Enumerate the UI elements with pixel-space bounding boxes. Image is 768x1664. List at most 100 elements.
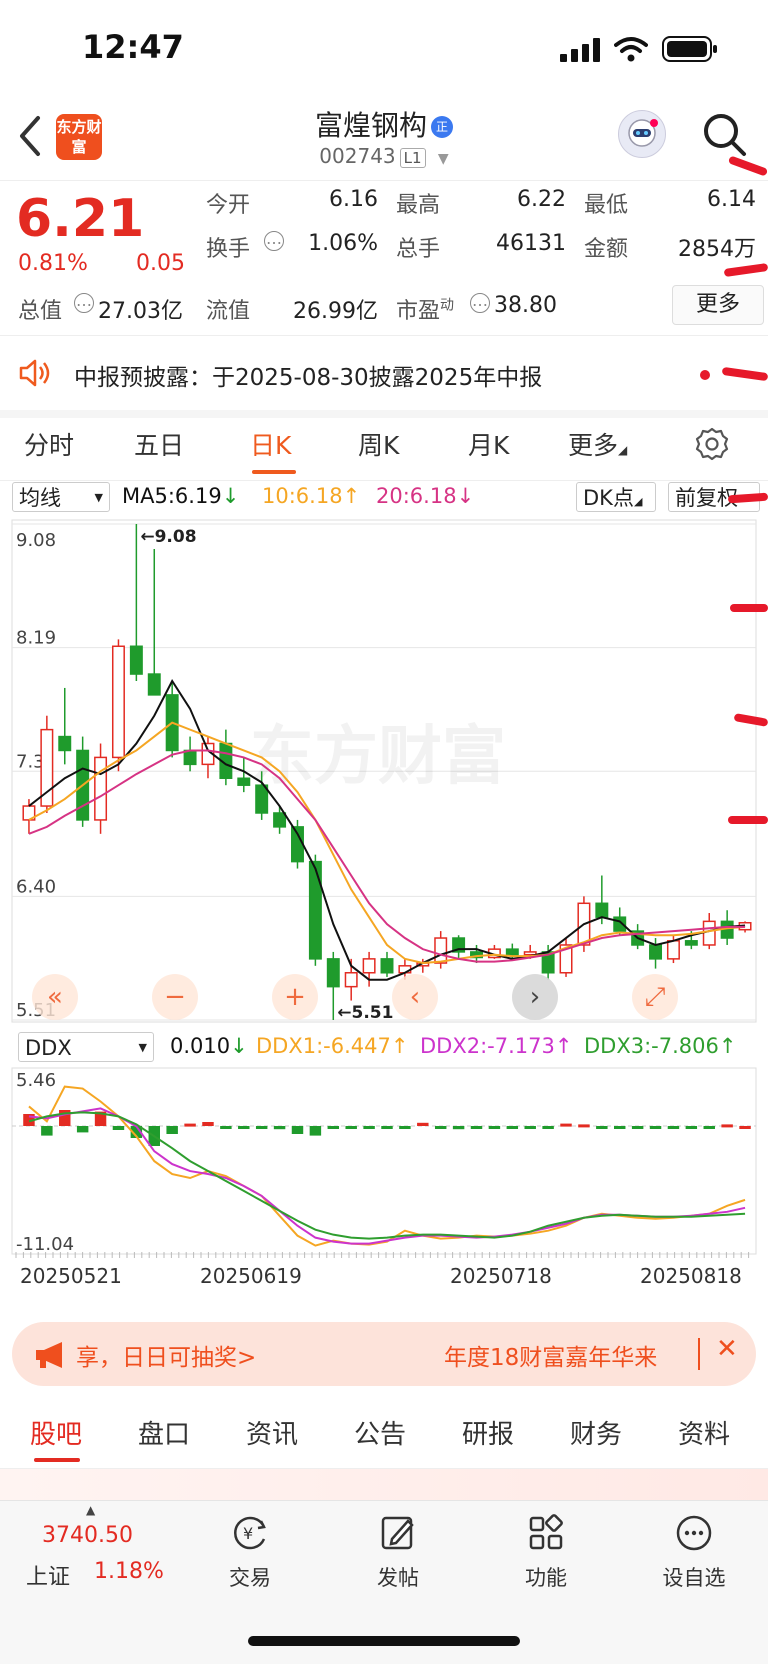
add-watchlist-button[interactable]: 设自选 — [644, 1513, 744, 1592]
ddx-indicator-select[interactable]: DDX ▼ — [18, 1032, 154, 1062]
ddx-bar — [667, 1126, 680, 1129]
candle — [94, 743, 108, 834]
close-icon[interactable]: ✕ — [716, 1334, 738, 1364]
date-tick: 20250718 — [450, 1264, 552, 1288]
candle — [147, 549, 161, 696]
ddx-bar — [112, 1126, 125, 1130]
dk-point-toggle[interactable]: DK点◢ — [576, 482, 656, 512]
fullscreen-expand-icon[interactable]: ⤢ — [632, 974, 678, 1020]
index-change[interactable]: 1.18% — [94, 1559, 164, 1584]
tab-announcements[interactable]: 公告 — [354, 1414, 406, 1451]
tab-profile[interactable]: 资料 — [678, 1414, 730, 1451]
tab-weekly-k[interactable]: 周K — [358, 426, 399, 462]
zoom-in-button[interactable]: + — [272, 974, 318, 1020]
info-icon[interactable]: … — [264, 231, 284, 251]
ddx-bar — [291, 1126, 304, 1134]
post-button[interactable]: 发帖 — [348, 1513, 448, 1592]
tab-finance[interactable]: 财务 — [570, 1414, 622, 1451]
candle — [362, 951, 376, 987]
tab-more[interactable]: 更多◢ — [568, 426, 627, 462]
ddx-bar — [76, 1126, 89, 1133]
scroll-left-button[interactable]: ‹ — [392, 974, 438, 1020]
indicator-select[interactable]: 均线 ▼ — [12, 482, 110, 512]
ddx-bar — [506, 1126, 519, 1129]
mktcap-value: 27.03亿 — [98, 299, 183, 324]
index-name[interactable]: 上证 — [26, 1559, 70, 1591]
scroll-right-button[interactable]: › — [512, 974, 558, 1020]
svg-text:¥: ¥ — [243, 1524, 253, 1543]
ddx-bar — [470, 1126, 483, 1129]
ma-legend-bar: 均线 ▼ MA5:6.19↓ 10:6.18↑ 20:6.18↓ DK点◢ 前复权 — [0, 480, 768, 516]
stock-code: 002743 — [319, 144, 396, 168]
ddx-bar — [703, 1126, 715, 1129]
ddx-bar — [560, 1123, 572, 1127]
tab-daily-k[interactable]: 日K — [250, 426, 291, 462]
y-tick-label: 5.46 — [16, 1070, 56, 1091]
tab-intraday[interactable]: 分时 — [24, 426, 74, 462]
verified-badge: 正 — [431, 116, 453, 138]
ma5-value: MA5:6.19↓ — [122, 484, 240, 508]
promo-banner[interactable]: 享，日日可抽奖> 年度18财富嘉年华来 ✕ — [12, 1322, 756, 1386]
stock-header: 东方财富 富煌钢构正 002743 L1 ▼ — [0, 100, 768, 181]
zoom-out-button[interactable]: − — [152, 974, 198, 1020]
pe-label: 市盈动 — [396, 297, 455, 324]
candle — [129, 524, 143, 681]
active-content-tab-indicator — [34, 1458, 80, 1462]
current-price: 6.21 — [16, 189, 145, 249]
tab-news[interactable]: 资讯 — [246, 1414, 298, 1451]
tab-monthly-k[interactable]: 月K — [468, 426, 509, 462]
info-icon[interactable]: … — [74, 293, 94, 313]
annotation-mark — [728, 816, 768, 824]
active-tab-indicator — [252, 470, 296, 474]
candle — [183, 736, 197, 772]
level-badge: L1 — [399, 148, 426, 168]
candle — [380, 951, 394, 977]
more-button[interactable]: 更多 — [672, 285, 764, 325]
assistant-avatar-icon[interactable] — [618, 110, 666, 158]
ddx-bar — [721, 1124, 733, 1128]
megaphone-icon — [36, 1342, 62, 1368]
promo-text-right: 年度18财富嘉年华来 — [444, 1345, 658, 1371]
ddx-frame — [11, 1067, 757, 1255]
tab-order-book[interactable]: 盘口 — [138, 1414, 190, 1451]
chevron-down-icon: ▼ — [437, 151, 449, 167]
function-button[interactable]: 功能 — [496, 1513, 596, 1592]
float-label: 流值 — [206, 299, 251, 324]
amount-label: 金额 — [584, 237, 629, 262]
home-indicator — [248, 1636, 520, 1646]
candle — [22, 799, 36, 834]
open-label: 今开 — [206, 193, 251, 218]
float-value: 26.99亿 — [293, 299, 378, 324]
index-value[interactable]: 3740.50 — [42, 1523, 133, 1548]
max-price-label: ←9.08 — [140, 527, 196, 547]
ddx-chart[interactable]: 5.46 -11.04 — [0, 1066, 768, 1262]
kline-chart[interactable]: 9.088.197.36.405.51东方财富←9.08←5.51 — [0, 516, 768, 1026]
trade-button[interactable]: ¥ 交易 — [200, 1513, 300, 1592]
settings-gear-icon[interactable] — [694, 426, 730, 462]
status-bar: 12:47 — [0, 0, 768, 100]
ddx-bar — [238, 1126, 250, 1129]
candle — [541, 944, 555, 980]
ddx-bar — [255, 1126, 268, 1129]
feed-peek — [0, 1469, 768, 1500]
date-tick: 20250521 — [20, 1264, 122, 1288]
low-value: 6.14 — [707, 187, 756, 212]
tab-research[interactable]: 研报 — [462, 1414, 514, 1451]
amount-value: 2854万 — [678, 237, 756, 262]
candle — [58, 687, 72, 765]
search-icon[interactable] — [700, 110, 750, 160]
divider — [698, 1338, 700, 1370]
ddx-bar — [488, 1126, 501, 1129]
tab-five-day[interactable]: 五日 — [134, 426, 184, 462]
ddx-bar — [614, 1126, 626, 1129]
ddx-line-ddx1 — [28, 1085, 746, 1247]
min-price-label: ←5.51 — [337, 1003, 393, 1023]
info-icon[interactable]: … — [470, 293, 490, 313]
tab-guba[interactable]: 股吧 — [30, 1414, 82, 1451]
notice-bar[interactable]: 中报预披露：于2025-08-30披露2025年中报 — [0, 335, 768, 418]
caret-up-icon: ▲ — [86, 1503, 96, 1517]
ddx-bar — [381, 1126, 393, 1129]
ddx-bar — [273, 1126, 286, 1130]
scroll-left-fast-button[interactable]: « — [32, 974, 78, 1020]
mktcap-label: 总值 — [18, 299, 63, 324]
